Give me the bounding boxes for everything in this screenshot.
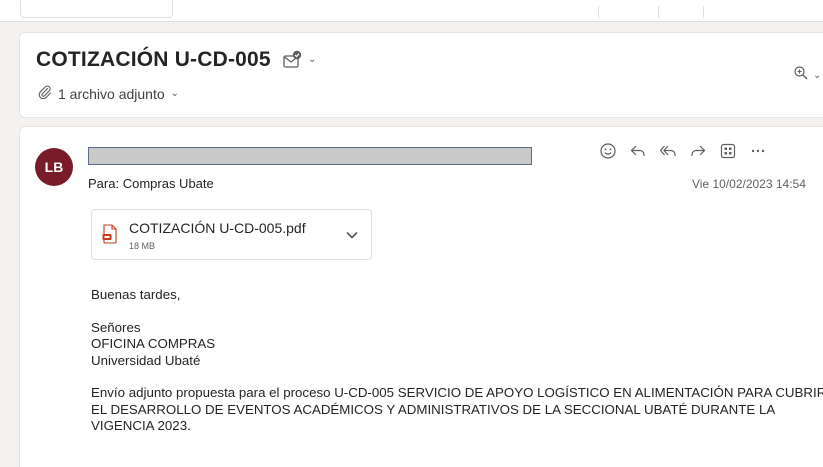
attachments-summary[interactable]: 1 archivo adjunto ⌄ [38,85,179,102]
chevron-down-icon[interactable] [345,227,359,245]
message-datetime: Vie 10/02/2023 14:54 [692,177,806,191]
salutation-line: Señores [91,319,141,335]
chevron-down-icon: ⌄ [813,70,822,81]
top-toolbar-strip [0,0,823,22]
zoom-in-icon [793,65,809,86]
to-recipient[interactable]: Compras Ubate [123,176,214,191]
attachment-card[interactable]: COTIZACIÓN U-CD-005.pdf 18 MB [91,209,372,260]
attachment-size: 18 MB [129,241,156,251]
message-body: Buenas tardes, Señores OFICINA COMPRAS U… [91,287,823,435]
toolbar-divider [703,6,704,18]
toolbar-divider [598,6,599,18]
sender-name-redacted[interactable] [88,147,532,165]
chevron-down-icon[interactable]: ⌄ [308,54,316,65]
zoom-button[interactable]: ⌄ [793,65,821,86]
toolbar-divider [658,6,659,18]
avatar[interactable]: LB [35,148,73,186]
reply-icon[interactable] [628,141,648,161]
pdf-icon [102,224,118,244]
emoji-icon[interactable] [598,141,618,161]
attachments-summary-label: 1 archivo adjunto [58,85,165,102]
envelope-check-icon[interactable] [282,50,304,70]
subject-title: COTIZACIÓN U-CD-005 [36,48,271,71]
apps-icon[interactable] [718,141,738,161]
reply-all-icon[interactable] [658,141,678,161]
message-card: LB Para: Compras Ubate Vie 10/02/2023 14… [19,126,823,467]
greeting: Buenas tardes, [91,287,181,302]
message-actions [598,141,768,161]
subject-header: COTIZACIÓN U-CD-005 ⌄ 1 archivo adjunto … [19,32,823,118]
recipient-office: OFICINA COMPRAS [91,336,216,351]
attachment-name: COTIZACIÓN U-CD-005.pdf [129,220,306,236]
more-icon[interactable] [748,141,768,161]
toolbar-segment[interactable] [20,0,173,18]
body-paragraph: Envío adjunto propuesta para el proceso … [91,385,823,433]
paperclip-icon [38,85,52,102]
recipient-university: Universidad Ubaté [91,352,201,368]
recipients-line: Para: Compras Ubate [88,176,214,191]
chevron-down-icon: ⌄ [170,88,180,99]
forward-icon[interactable] [688,141,708,161]
to-label: Para: [88,176,120,191]
